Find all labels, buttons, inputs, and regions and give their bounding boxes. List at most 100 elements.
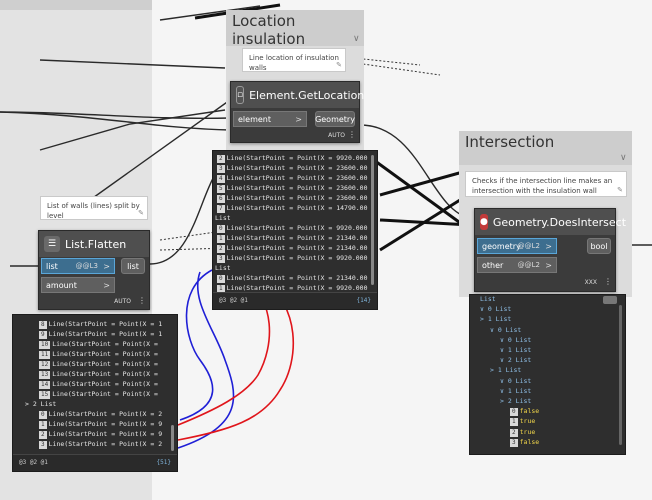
list-item-text: Line(StartPoint = Point(X = xyxy=(52,390,158,398)
port-label: amount xyxy=(46,280,77,290)
list-item-text: ∨ 0 List xyxy=(480,305,512,314)
list-item: 7 Line(StartPoint = Point(X = 14790.00 xyxy=(217,203,368,213)
list-header-row: List xyxy=(215,263,231,273)
list-index: 15 xyxy=(39,391,51,399)
lacing-level[interactable]: @@L2 xyxy=(518,261,540,269)
list-index: 1 xyxy=(39,421,47,429)
list-index: 8 xyxy=(39,321,47,329)
lacing-label[interactable]: XXX xyxy=(585,279,597,286)
output-port-bool[interactable]: bool xyxy=(587,238,611,254)
lacing-label[interactable]: AUTO xyxy=(114,298,131,305)
list-index: 4 xyxy=(217,175,225,183)
list-item: 2 Line(StartPoint = Point(X = 21340.00 xyxy=(217,243,368,253)
list-item: 3 Line(StartPoint = Point(X = 23600.00 xyxy=(217,163,368,173)
port-label: Geometry xyxy=(315,114,355,124)
list-index: 11 xyxy=(39,351,51,359)
list-header-row: ∨ 0 List xyxy=(490,325,521,335)
list-item: 0 false xyxy=(510,406,539,417)
port-label: geometry xyxy=(482,241,521,251)
list-item: 1 true xyxy=(510,416,535,427)
item-count: {14} xyxy=(356,297,371,304)
bool-value: true xyxy=(519,427,536,436)
note-text: Line location of insulation walls xyxy=(249,54,339,72)
node-menu-icon[interactable]: ⋮ xyxy=(604,277,612,286)
element-icon: ▫ xyxy=(236,86,245,104)
list-index: 3 xyxy=(217,165,225,173)
list-item-text: > 1 List xyxy=(490,366,522,375)
note-location[interactable]: Line location of insulation walls ✎ xyxy=(242,48,346,72)
input-port-other[interactable]: other @@L2 > xyxy=(477,257,557,273)
list-item-text: List xyxy=(215,214,231,222)
list-item-text: Line(StartPoint = Point(X = 21340.00 xyxy=(226,244,368,252)
list-item-text: Line(StartPoint = Point(X = 1 xyxy=(48,330,163,338)
list-item-text: Line(StartPoint = Point(X = 9 xyxy=(48,420,163,428)
note-walls[interactable]: List of walls (lines) split by level ✎ xyxy=(40,196,148,220)
list-item-text: Line(StartPoint = Point(X = 9920.000 xyxy=(226,254,368,262)
port-label: element xyxy=(238,114,271,124)
preview-bubble-doesintersect[interactable]: List ∨ 0 List > 1 List ∨ 0 List ∨ 0 List ∨ 1 … xyxy=(469,294,626,455)
output-port-list[interactable]: list xyxy=(121,258,145,274)
note-intersection[interactable]: Checks if the intersection line makes an… xyxy=(465,171,627,197)
node-element-getlocation[interactable]: ▫ Element.GetLocation element > Geometry… xyxy=(230,81,364,143)
list-item: 1 Line(StartPoint = Point(X = 21340.00 xyxy=(217,233,368,243)
list-item: 11 Line(StartPoint = Point(X = xyxy=(39,349,158,359)
list-index: 0 xyxy=(217,225,225,233)
list-index: 2 xyxy=(510,428,518,437)
list-item: 2 true xyxy=(510,427,535,437)
list-item: 1 Line(StartPoint = Point(X = 9 xyxy=(39,419,162,429)
node-menu-icon[interactable]: ⋮ xyxy=(138,296,146,305)
lacing-label[interactable]: AUTO xyxy=(328,132,345,139)
input-port-list[interactable]: list @@L3 > xyxy=(41,258,115,274)
list-item-text: Line(StartPoint = Point(X = 9 xyxy=(48,430,163,438)
list-item-text: Line(StartPoint = Point(X = 14790.00 xyxy=(226,204,368,212)
list-item-text: ∨ 0 List xyxy=(490,325,522,334)
list-index: 2 xyxy=(217,155,225,163)
node-menu-icon[interactable]: ⋮ xyxy=(348,130,356,139)
pin-preview-button[interactable] xyxy=(603,296,617,304)
list-item-text: Line(StartPoint = Point(X = xyxy=(52,350,158,358)
list-item: 9 Line(StartPoint = Point(X = 1 xyxy=(39,329,162,339)
input-port-geometry[interactable]: geometry @@L2 > xyxy=(477,238,557,254)
list-item: 2 Line(StartPoint = Point(X = 9920.000 xyxy=(217,153,368,163)
list-item: 14 Line(StartPoint = Point(X = xyxy=(39,379,158,389)
node-geometry-doesintersect[interactable]: ● Geometry.DoesIntersect geometry @@L2 >… xyxy=(474,208,626,292)
list-header-row: ∨ 1 List xyxy=(500,345,531,355)
input-port-amount[interactable]: amount > xyxy=(41,277,115,293)
note-text: Checks if the intersection line makes an… xyxy=(472,177,613,195)
annotation-blue-curve xyxy=(179,269,214,421)
collapse-chevron-icon[interactable]: ∨ xyxy=(353,34,360,44)
list-item: 0 Line(StartPoint = Point(X = 2 xyxy=(39,409,162,419)
pin-icon: ✎ xyxy=(617,186,623,194)
list-item-text: ∨ 2 List xyxy=(500,356,532,365)
list-item: 6 Line(StartPoint = Point(X = 23600.00 xyxy=(217,193,368,203)
node-header[interactable]: ☰ List.Flatten xyxy=(39,231,149,257)
chevron-right-icon: > xyxy=(295,114,302,124)
list-index: 0 xyxy=(510,408,518,417)
list-item-text: ∨ 0 List xyxy=(500,335,532,344)
list-index: 7 xyxy=(217,205,225,213)
list-index: 3 xyxy=(510,438,518,447)
list-index: 14 xyxy=(39,381,51,389)
list-item: 12 Line(StartPoint = Point(X = xyxy=(39,359,158,369)
node-list-flatten[interactable]: ☰ List.Flatten list @@L3 > amount > list… xyxy=(38,230,150,310)
lacing-level[interactable]: @@L2 xyxy=(518,242,540,250)
list-item: 5 Line(StartPoint = Point(X = 23600.00 xyxy=(217,183,368,193)
preview-scrollbar[interactable] xyxy=(619,305,622,445)
input-port-element[interactable]: element > xyxy=(233,111,307,127)
node-header[interactable]: ● Geometry.DoesIntersect xyxy=(475,209,626,235)
list-item: 4 Line(StartPoint = Point(X = 23600.00 xyxy=(217,173,368,183)
list-header-row: ∨ 2 List xyxy=(500,355,531,365)
preview-scrollbar[interactable] xyxy=(171,425,174,451)
list-item: 10 Line(StartPoint = Point(X = xyxy=(39,339,158,349)
lacing-level[interactable]: @@L3 xyxy=(76,262,98,270)
list-levels: @3 @2 @1 xyxy=(219,297,248,304)
list-item-text: Line(StartPoint = Point(X = 21340.00 xyxy=(226,234,368,242)
preview-bubble-flatten[interactable]: 8 Line(StartPoint = Point(X = 1 9 Line(Star… xyxy=(12,314,178,472)
preview-scrollbar[interactable] xyxy=(371,155,374,285)
preview-bubble-getlocation[interactable]: 2 Line(StartPoint = Point(X = 9920.000 3 Li… xyxy=(212,150,378,310)
node-header[interactable]: ▫ Element.GetLocation xyxy=(231,82,364,108)
list-index: 9 xyxy=(39,331,47,339)
collapse-chevron-icon[interactable]: ∨ xyxy=(620,153,627,163)
output-port-geometry[interactable]: Geometry xyxy=(315,111,355,127)
list-index: 2 xyxy=(39,431,47,439)
